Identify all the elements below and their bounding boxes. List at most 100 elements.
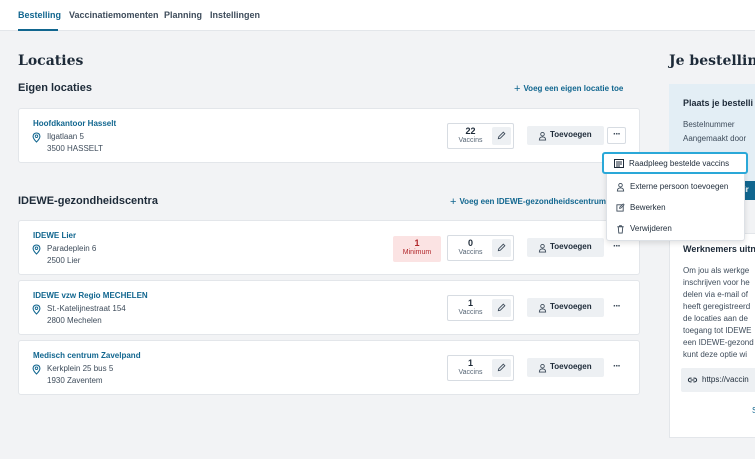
toevoegen-label: Toevoegen <box>550 362 592 371</box>
plus-icon: + <box>514 83 521 95</box>
more-options-button[interactable]: ··· <box>607 127 626 144</box>
link-icon <box>687 377 698 383</box>
location-name[interactable]: IDEWE Lier <box>33 231 76 240</box>
vaccins-counter: 22 Vaccins <box>447 123 514 149</box>
location-card-mechelen: IDEWE vzw Regio MECHELEN St.-Katelijnest… <box>18 280 640 335</box>
vaccins-count: 22 <box>465 126 476 136</box>
location-card-lier: IDEWE Lier Paradeplein 6 2500 Lier 1 Min… <box>18 220 640 275</box>
page-title: Locaties <box>18 53 84 69</box>
location-name[interactable]: Hoofdkantoor Hasselt <box>33 119 116 128</box>
toevoegen-button[interactable]: Toevoegen <box>527 238 604 257</box>
add-idewe-center-link[interactable]: + Voeg een IDEWE-gezondheidscentrum toe <box>450 196 620 208</box>
person-icon <box>616 182 625 192</box>
location-name[interactable]: Medisch centrum Zavelpand <box>33 351 141 360</box>
pencil-icon <box>497 131 506 140</box>
add-own-location-label: Voeg een eigen locatie toe <box>523 84 624 93</box>
vaccins-count: 1 <box>467 298 473 308</box>
person-icon <box>538 303 547 313</box>
person-icon <box>538 363 547 373</box>
more-options-button[interactable]: ··· <box>607 300 626 317</box>
pencil-icon <box>497 243 506 252</box>
edit-vaccins-button[interactable] <box>492 299 511 317</box>
registration-url-box[interactable]: https://vaccin <box>681 368 755 392</box>
tab-bestelling[interactable]: Bestelling <box>18 10 61 20</box>
workers-text-line: heeft geregistreerd <box>683 302 751 311</box>
vaccins-count: 0 <box>467 238 473 248</box>
edit-vaccins-button[interactable] <box>492 127 511 145</box>
location-city: 1930 Zaventem <box>47 376 103 385</box>
toevoegen-button[interactable]: Toevoegen <box>527 126 604 145</box>
order-card-title: Plaats je bestelli <box>683 98 754 108</box>
toevoegen-label: Toevoegen <box>550 242 592 251</box>
toevoegen-button[interactable]: Toevoegen <box>527 358 604 377</box>
plus-icon: + <box>450 196 457 208</box>
idewe-centers-heading: IDEWE-gezondheidscentra <box>18 195 158 207</box>
add-idewe-center-label: Voeg een IDEWE-gezondheidscentrum toe <box>459 197 621 206</box>
workers-text-line: Om jou als werkge <box>683 266 750 275</box>
more-options-button[interactable]: ··· <box>607 240 626 257</box>
edit-vaccins-button[interactable] <box>492 239 511 257</box>
workers-card <box>669 233 755 438</box>
person-icon <box>538 131 547 141</box>
tab-planning[interactable]: Planning <box>164 10 202 20</box>
location-pin-icon <box>32 244 41 255</box>
minimum-badge: 1 Minimum <box>393 236 441 262</box>
pencil-icon <box>497 363 506 372</box>
registration-url: https://vaccin <box>702 375 749 384</box>
toevoegen-label: Toevoegen <box>550 302 592 311</box>
menu-item-raadpleeg-bestelde-vaccins[interactable]: Raadpleeg bestelde vaccins <box>602 152 748 174</box>
workers-text-line: toegang tot IDEWE <box>683 326 752 335</box>
location-card-hasselt: Hoofdkantoor Hasselt Ilgatlaan 5 3500 HA… <box>18 108 640 163</box>
workers-text-line: een IDEWE-gezond <box>683 338 754 347</box>
menu-item-label: Raadpleeg bestelde vaccins <box>629 159 730 168</box>
vaccins-label: Vaccins <box>458 249 483 256</box>
location-name[interactable]: IDEWE vzw Regio MECHELEN <box>33 291 148 300</box>
location-pin-icon <box>32 304 41 315</box>
person-icon <box>538 243 547 253</box>
minimum-label: Minimum <box>402 249 432 256</box>
vaccins-counter: 1 Vaccins <box>447 295 514 321</box>
location-card-zavelpand: Medisch centrum Zavelpand Kerkplein 25 b… <box>18 340 640 395</box>
menu-item-label: Externe persoon toevoegen <box>630 182 729 191</box>
tab-instellingen[interactable]: Instellingen <box>210 10 260 20</box>
order-title: Je bestelling <box>669 53 755 69</box>
toevoegen-button[interactable]: Toevoegen <box>527 298 604 317</box>
more-options-button[interactable]: ··· <box>607 360 626 377</box>
vaccins-label: Vaccins <box>458 369 483 376</box>
menu-item-bewerken[interactable]: Bewerken <box>607 198 744 218</box>
workers-text-line: de locaties aan de <box>683 314 748 323</box>
vaccins-counter: 1 Vaccins <box>447 355 514 381</box>
created-by-label: Aangemaakt door <box>683 134 747 143</box>
top-navigation: Bestelling Vaccinatiemomenten Planning I… <box>0 0 755 31</box>
tab-vaccinatiemomenten[interactable]: Vaccinatiemomenten <box>69 10 159 20</box>
location-street: St.-Katelijnestraat 154 <box>47 304 126 313</box>
edit-icon <box>616 203 625 212</box>
location-street: Kerkplein 25 bus 5 <box>47 364 114 373</box>
location-city: 3500 HASSELT <box>47 144 103 153</box>
vaccins-label: Vaccins <box>458 137 483 144</box>
toevoegen-label: Toevoegen <box>550 130 592 139</box>
location-city: 2800 Mechelen <box>47 316 102 325</box>
workers-card-title: Werknemers uitn <box>683 244 755 254</box>
list-icon <box>614 159 624 168</box>
edit-vaccins-button[interactable] <box>492 359 511 377</box>
location-pin-icon <box>32 364 41 375</box>
menu-item-label: Verwijderen <box>630 224 672 233</box>
add-own-location-link[interactable]: + Voeg een eigen locatie toe <box>514 83 623 95</box>
trash-icon <box>617 225 624 234</box>
location-city: 2500 Lier <box>47 256 81 265</box>
workers-text-line: kunt deze optie wi <box>683 350 748 359</box>
menu-item-externe-persoon[interactable]: Externe persoon toevoegen <box>607 177 744 197</box>
menu-item-verwijderen[interactable]: Verwijderen <box>607 219 744 239</box>
location-street: Paradeplein 6 <box>47 244 97 253</box>
location-pin-icon <box>32 132 41 143</box>
minimum-count: 1 <box>414 238 420 248</box>
vaccins-label: Vaccins <box>458 309 483 316</box>
menu-item-label: Bewerken <box>630 203 666 212</box>
order-number-label: Bestelnummer <box>683 120 735 129</box>
vaccins-count: 1 <box>467 358 473 368</box>
vaccins-counter: 0 Vaccins <box>447 235 514 261</box>
workers-text-line: delen via e-mail of <box>683 290 748 299</box>
active-tab-indicator <box>18 29 58 31</box>
own-locations-heading: Eigen locaties <box>18 82 92 94</box>
